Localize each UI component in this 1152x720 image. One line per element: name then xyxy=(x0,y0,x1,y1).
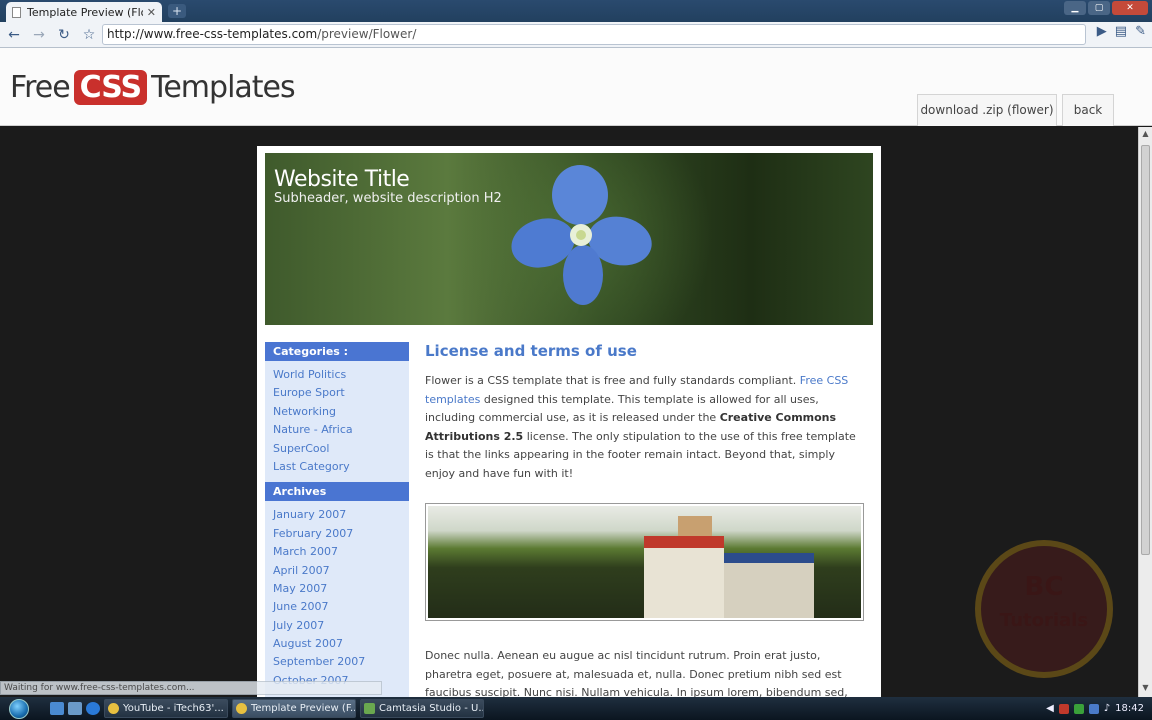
logo-css: CSS xyxy=(73,69,148,105)
main-content: License and terms of use Flower is a CSS… xyxy=(425,342,865,697)
status-bar: Waiting for www.free-css-templates.com..… xyxy=(0,681,382,695)
close-tab-icon[interactable]: ✕ xyxy=(147,6,156,19)
hive-roof-2 xyxy=(724,553,814,563)
logo-templates: Templates xyxy=(151,69,296,105)
hive-body xyxy=(644,548,724,618)
page-menu-icon[interactable]: ▤ xyxy=(1115,24,1127,39)
tray-network-icon[interactable] xyxy=(1073,703,1084,714)
wrench-icon[interactable]: ✎ xyxy=(1135,24,1146,39)
chrome-icon xyxy=(236,703,247,714)
go-arrow-icon[interactable]: ▶ xyxy=(1097,24,1107,39)
task-label: Camtasia Studio - U... xyxy=(379,703,484,714)
bookmark-star-icon[interactable]: ☆ xyxy=(78,24,100,46)
tray-app-icon[interactable] xyxy=(1058,703,1069,714)
screen: Template Preview (Flowe... ✕ + ▁ ▢ ✕ ← →… xyxy=(0,0,1152,720)
page-scrollbar[interactable]: ▲ ▼ xyxy=(1138,127,1152,697)
toolbar-right: ▶ ▤ ✎ xyxy=(1097,24,1146,39)
download-zip-button[interactable]: download .zip (flower) xyxy=(917,94,1057,126)
free-css-templates-logo[interactable]: Free CSS Templates xyxy=(10,68,296,106)
hive-top xyxy=(678,516,712,536)
watermark-line1: BC xyxy=(1024,572,1064,602)
category-link[interactable]: Last Category xyxy=(273,458,409,476)
taskbar-item-template-preview[interactable]: Template Preview (F... xyxy=(232,699,356,718)
windows-orb-icon xyxy=(9,698,29,719)
archive-link[interactable]: May 2007 xyxy=(273,580,409,598)
website-title: Website Title xyxy=(274,167,410,192)
categories-heading: Categories : xyxy=(265,342,409,361)
preview-header: Free CSS Templates download .zip (flower… xyxy=(0,48,1152,126)
scrollbar-thumb[interactable] xyxy=(1141,145,1150,555)
start-button[interactable] xyxy=(0,697,38,720)
browser-tab[interactable]: Template Preview (Flowe... ✕ xyxy=(6,2,162,22)
category-link[interactable]: SuperCool xyxy=(273,440,409,458)
category-link[interactable]: Nature - Africa xyxy=(273,421,409,439)
window-controls: ▁ ▢ ✕ xyxy=(1064,1,1148,15)
archive-link[interactable]: September 2007 xyxy=(273,653,409,671)
archive-link[interactable]: February 2007 xyxy=(273,525,409,543)
website-subtitle: Subheader, website description H2 xyxy=(274,191,502,206)
bc-tutorials-watermark: BC Tutorials xyxy=(975,540,1113,678)
tray-security-icon[interactable] xyxy=(1088,703,1099,714)
reload-icon[interactable]: ↻ xyxy=(53,24,75,46)
para1-text-a: Flower is a CSS template that is free an… xyxy=(425,374,800,387)
category-link[interactable]: Networking xyxy=(273,403,409,421)
archives-heading: Archives xyxy=(265,482,409,502)
archive-link[interactable]: March 2007 xyxy=(273,543,409,561)
forward-arrow-icon[interactable]: → xyxy=(28,24,50,46)
clock[interactable]: 18:42 xyxy=(1115,703,1144,714)
volume-icon[interactable]: ♪ xyxy=(1104,703,1110,714)
tab-title: Template Preview (Flowe... xyxy=(27,5,143,19)
system-tray: ◀ ♪ 18:42 xyxy=(1038,697,1152,720)
hive-roof xyxy=(644,536,724,548)
hive-body-2 xyxy=(724,563,814,618)
archive-link[interactable]: July 2007 xyxy=(273,617,409,635)
close-window-icon[interactable]: ✕ xyxy=(1112,1,1148,15)
show-desktop-icon[interactable] xyxy=(50,702,64,715)
content-title: License and terms of use xyxy=(425,342,637,360)
back-arrow-icon[interactable]: ← xyxy=(3,24,25,46)
watermark-line2: Tutorials xyxy=(999,610,1089,631)
task-label: Template Preview (F... xyxy=(251,703,356,714)
browser-tab-strip: Template Preview (Flowe... ✕ + ▁ ▢ ✕ xyxy=(0,0,1152,22)
license-paragraph: Flower is a CSS template that is free an… xyxy=(425,372,865,483)
category-link[interactable]: Europe Sport xyxy=(273,384,409,402)
chrome-icon xyxy=(108,703,119,714)
archive-link[interactable]: August 2007 xyxy=(273,635,409,653)
new-tab-button[interactable]: + xyxy=(168,4,186,18)
archive-link[interactable]: January 2007 xyxy=(273,506,409,524)
beehive-photo-image xyxy=(428,506,861,618)
logo-free: Free xyxy=(10,69,71,105)
flower-image xyxy=(511,165,652,313)
browser-toolbar: ← → ↻ ☆ http://www.free-css-templates.co… xyxy=(0,22,1152,48)
archives-list: January 2007 February 2007 March 2007 Ap… xyxy=(265,501,409,696)
address-bar[interactable]: http://www.free-css-templates.com/previe… xyxy=(102,24,1086,45)
tray-arrow-icon[interactable]: ◀ xyxy=(1046,703,1054,714)
camtasia-icon xyxy=(364,703,375,714)
taskbar-item-youtube[interactable]: YouTube - iTech63'... xyxy=(104,699,228,718)
back-button[interactable]: back xyxy=(1062,94,1114,126)
internet-explorer-icon[interactable] xyxy=(86,702,100,715)
task-label: YouTube - iTech63'... xyxy=(123,703,224,714)
categories-list: World Politics Europe Sport Networking N… xyxy=(265,361,409,482)
beehive-photo xyxy=(425,503,864,621)
scroll-up-icon[interactable]: ▲ xyxy=(1139,129,1152,141)
scroll-down-icon[interactable]: ▼ xyxy=(1139,683,1152,695)
archive-link[interactable]: June 2007 xyxy=(273,598,409,616)
category-link[interactable]: World Politics xyxy=(273,366,409,384)
maximize-icon[interactable]: ▢ xyxy=(1088,1,1110,15)
url-path: /preview/Flower/ xyxy=(317,27,417,41)
taskbar: YouTube - iTech63'... Template Preview (… xyxy=(0,697,1152,720)
template-preview: Website Title Subheader, website descrip… xyxy=(257,146,881,697)
minimize-icon[interactable]: ▁ xyxy=(1064,1,1086,15)
url-host: http://www.free-css-templates.com xyxy=(107,27,318,41)
sidebar: Categories : World Politics Europe Sport… xyxy=(265,342,409,697)
page-icon xyxy=(12,6,21,18)
archive-link[interactable]: April 2007 xyxy=(273,562,409,580)
lorem-paragraph: Donec nulla. Aenean eu augue ac nisl tin… xyxy=(425,649,848,697)
header-banner: Website Title Subheader, website descrip… xyxy=(265,153,873,325)
taskbar-item-camtasia[interactable]: Camtasia Studio - U... xyxy=(360,699,484,718)
quick-launch xyxy=(50,702,100,715)
switch-windows-icon[interactable] xyxy=(68,702,82,715)
